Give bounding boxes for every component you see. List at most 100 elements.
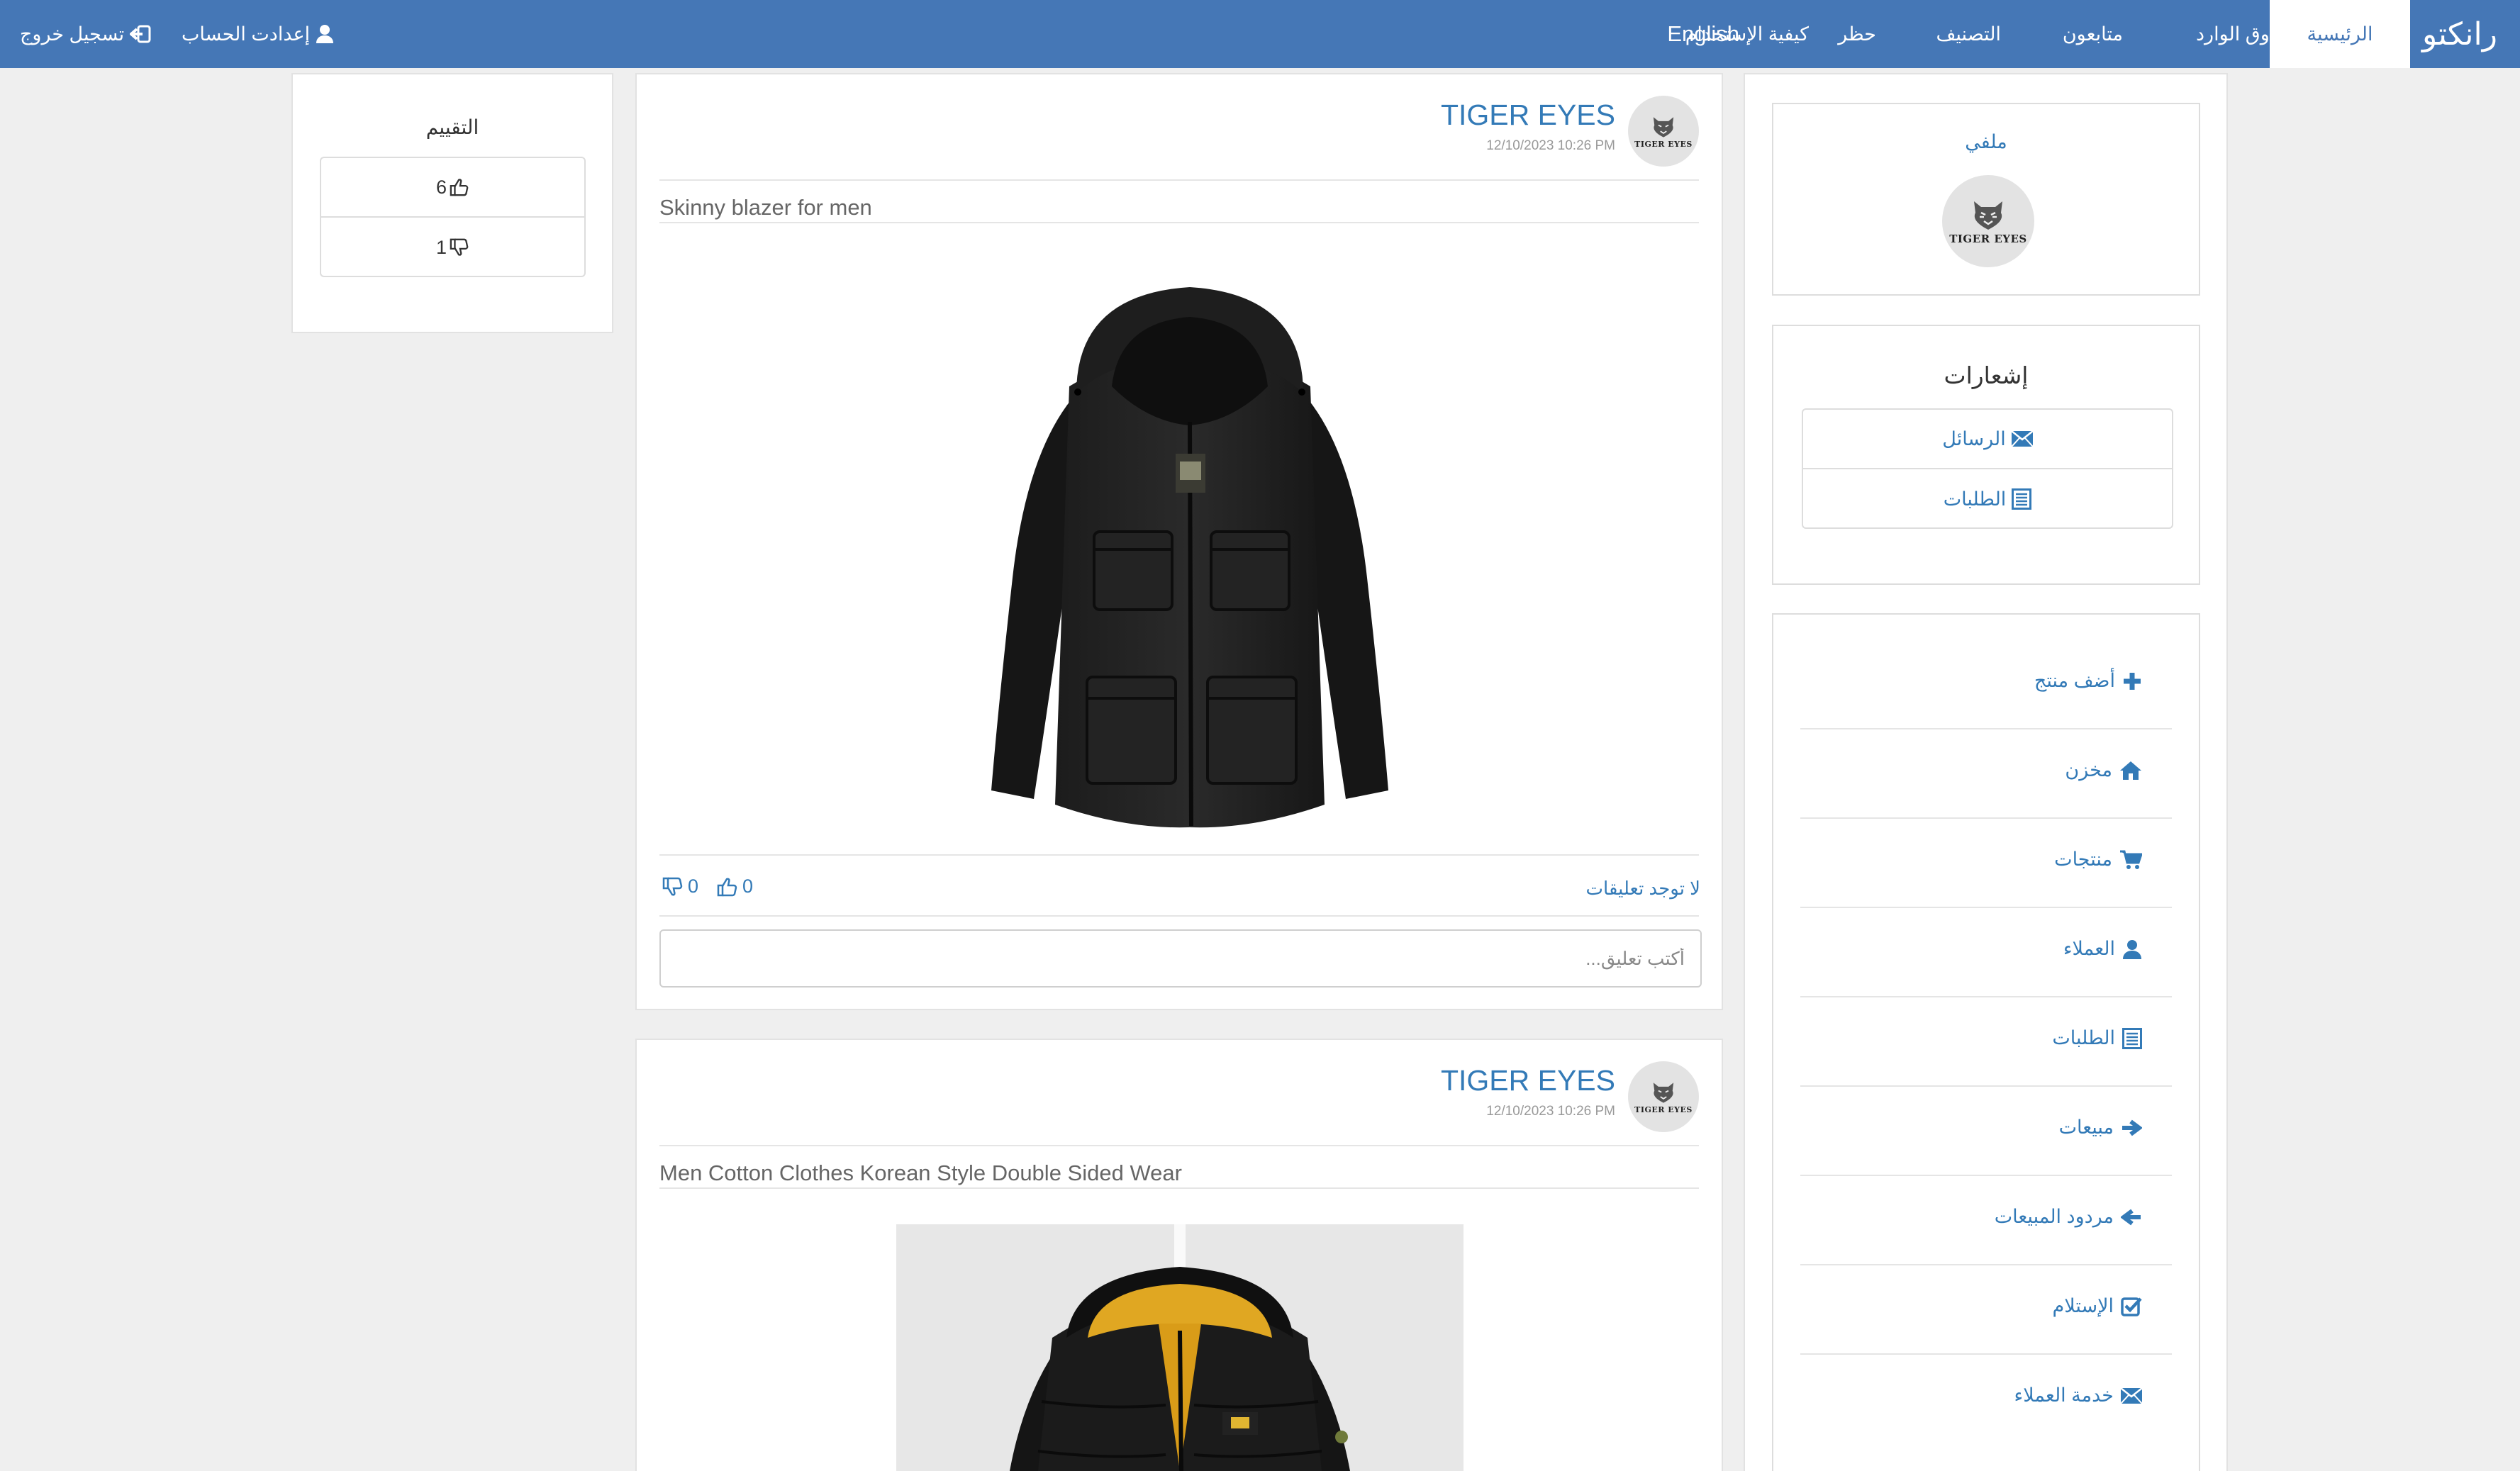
- tiger-logo-icon: [1653, 116, 1674, 138]
- arrow-left-icon: [2121, 1209, 2142, 1226]
- post-card: TIGER EYES TIGER EYES 12/10/2023 10:26 P…: [635, 73, 1723, 1010]
- user-icon: [316, 24, 334, 44]
- menu-warehouse-label: مخزن: [2065, 759, 2112, 781]
- plus-icon: [2122, 671, 2142, 691]
- notifications-list: الرسائل الطلبات: [1802, 408, 2173, 529]
- menu-products-label: منتجات: [2054, 849, 2112, 870]
- menu-sales-returns-label: مردود المبيعات: [1994, 1206, 2114, 1227]
- comments-link[interactable]: لا توجد تعليقات: [1586, 878, 1700, 900]
- envelope-icon: [2121, 1387, 2142, 1404]
- seller-avatar[interactable]: TIGER EYES: [1628, 96, 1699, 167]
- menu-divider: [1800, 1175, 2172, 1176]
- menu-sales[interactable]: مبيعات: [2059, 1117, 2142, 1139]
- profile-avatar[interactable]: TIGER EYES: [1942, 175, 2034, 267]
- post-divider: [659, 1145, 1699, 1146]
- tiger-logo-icon: [1974, 201, 2002, 230]
- rating-dislikes-row: 1: [321, 218, 584, 277]
- post-divider: [659, 854, 1699, 856]
- post-divider: [659, 179, 1699, 181]
- seller-name-link[interactable]: TIGER EYES: [1441, 1064, 1615, 1097]
- thumbs-up-icon: [717, 878, 737, 896]
- merchant-menu-card: أضف منتج مخزن منتجات العملاء الطلبات مبي…: [1772, 613, 2200, 1471]
- notification-orders[interactable]: الطلبات: [1803, 469, 2172, 529]
- menu-divider: [1800, 907, 2172, 908]
- check-square-icon: [2121, 1297, 2142, 1316]
- seller-avatar-text: TIGER EYES: [1634, 1104, 1693, 1114]
- logout-icon: [130, 25, 151, 43]
- post-timestamp: 12/10/2023 10:26 PM: [1486, 138, 1615, 153]
- product-image-black-jacket[interactable]: [970, 280, 1410, 833]
- post-card: TIGER EYES TIGER EYES 12/10/2023 10:26 P…: [635, 1039, 1723, 1471]
- like-button[interactable]: 0: [717, 876, 753, 897]
- menu-customers[interactable]: العملاء: [2063, 938, 2142, 960]
- account-settings-link[interactable]: إعدادت الحساب: [182, 0, 334, 68]
- seller-name-link[interactable]: TIGER EYES: [1441, 99, 1615, 132]
- menu-divider: [1800, 1264, 2172, 1265]
- notifications-card: إشعارات الرسائل الطلبات: [1772, 325, 2200, 585]
- rating-likes-row: 6: [321, 158, 584, 218]
- account-settings-label: إعدادت الحساب: [182, 23, 311, 45]
- brand-logo[interactable]: رانكتو: [2422, 0, 2497, 68]
- profile-card: ملفي TIGER EYES: [1772, 103, 2200, 296]
- post-divider: [659, 1187, 1699, 1189]
- rating-title: التقييم: [425, 116, 479, 138]
- like-count: 0: [742, 876, 754, 897]
- dislike-count: 0: [688, 876, 699, 897]
- menu-divider: [1800, 1353, 2172, 1355]
- post-divider: [659, 915, 1699, 917]
- menu-customer-service-label: خدمة العملاء: [2014, 1385, 2114, 1406]
- menu-divider: [1800, 996, 2172, 997]
- menu-sales-label: مبيعات: [2058, 1117, 2114, 1138]
- notification-orders-label: الطلبات: [1943, 488, 2007, 510]
- envelope-icon: [2011, 431, 2033, 447]
- user-icon: [2122, 939, 2142, 959]
- post-timestamp: 12/10/2023 10:26 PM: [1486, 1104, 1615, 1119]
- menu-products[interactable]: منتجات: [2054, 849, 2142, 871]
- nav-categories[interactable]: التصنيف: [1936, 0, 2001, 68]
- notification-messages-label: الرسائل: [1942, 427, 2006, 449]
- menu-warehouse[interactable]: مخزن: [2065, 759, 2142, 781]
- thumbs-up-icon: [450, 179, 469, 196]
- seller-avatar-text: TIGER EYES: [1634, 139, 1693, 149]
- nav-followers[interactable]: متابعون: [2063, 0, 2123, 68]
- cart-icon: [2119, 850, 2142, 870]
- menu-sales-returns[interactable]: مردود المبيعات: [1995, 1206, 2142, 1228]
- menu-divider: [1800, 728, 2172, 729]
- post-title: Men Cotton Clothes Korean Style Double S…: [659, 1160, 1182, 1185]
- post-title: Skinny blazer for men: [659, 195, 872, 220]
- arrow-right-icon: [2121, 1119, 2142, 1136]
- product-image-puffer-jacket[interactable]: [896, 1224, 1464, 1471]
- thumbs-down-icon: [662, 877, 683, 895]
- nav-block[interactable]: حظر: [1838, 0, 1876, 68]
- menu-receiving-label: الإستلام: [2052, 1295, 2114, 1316]
- tiger-logo-icon: [1653, 1082, 1674, 1103]
- notifications-title: إشعارات: [1944, 362, 2029, 388]
- rating-dislikes-count: 1: [435, 236, 447, 258]
- menu-orders-label: الطلبات: [2052, 1027, 2115, 1048]
- logout-link[interactable]: تسجيل خروج: [20, 0, 151, 68]
- seller-avatar[interactable]: TIGER EYES: [1628, 1061, 1699, 1132]
- right-sidebar: ملفي TIGER EYES إشعارات الرسائل الطلبات …: [1744, 73, 2228, 1471]
- post-reactions: 0 0: [662, 876, 753, 897]
- rating-list: 6 1: [320, 157, 586, 277]
- profile-logo-text: TIGER EYES: [1949, 233, 2027, 245]
- menu-divider: [1800, 817, 2172, 819]
- list-icon: [2122, 1027, 2142, 1049]
- menu-receiving[interactable]: الإستلام: [2053, 1295, 2143, 1317]
- menu-add-product[interactable]: أضف منتج: [2034, 670, 2142, 692]
- notification-messages[interactable]: الرسائل: [1803, 410, 2172, 469]
- dislike-button[interactable]: 0: [662, 876, 698, 897]
- rating-card: التقييم 6 1: [291, 73, 613, 333]
- post-divider: [659, 222, 1699, 223]
- my-profile-link[interactable]: ملفي: [1773, 131, 2199, 153]
- nav-inbox[interactable]: صندوق الوارد: [2196, 0, 2302, 68]
- menu-customer-service[interactable]: خدمة العملاء: [2014, 1385, 2142, 1406]
- nav-language-english[interactable]: English: [1667, 0, 1739, 68]
- menu-add-product-label: أضف منتج: [2034, 670, 2115, 691]
- list-icon: [2012, 488, 2032, 510]
- home-icon: [2119, 761, 2142, 781]
- comment-input[interactable]: [659, 929, 1702, 988]
- menu-orders[interactable]: الطلبات: [2052, 1027, 2142, 1049]
- logout-label: تسجيل خروج: [20, 23, 125, 45]
- thumbs-down-icon: [450, 238, 469, 256]
